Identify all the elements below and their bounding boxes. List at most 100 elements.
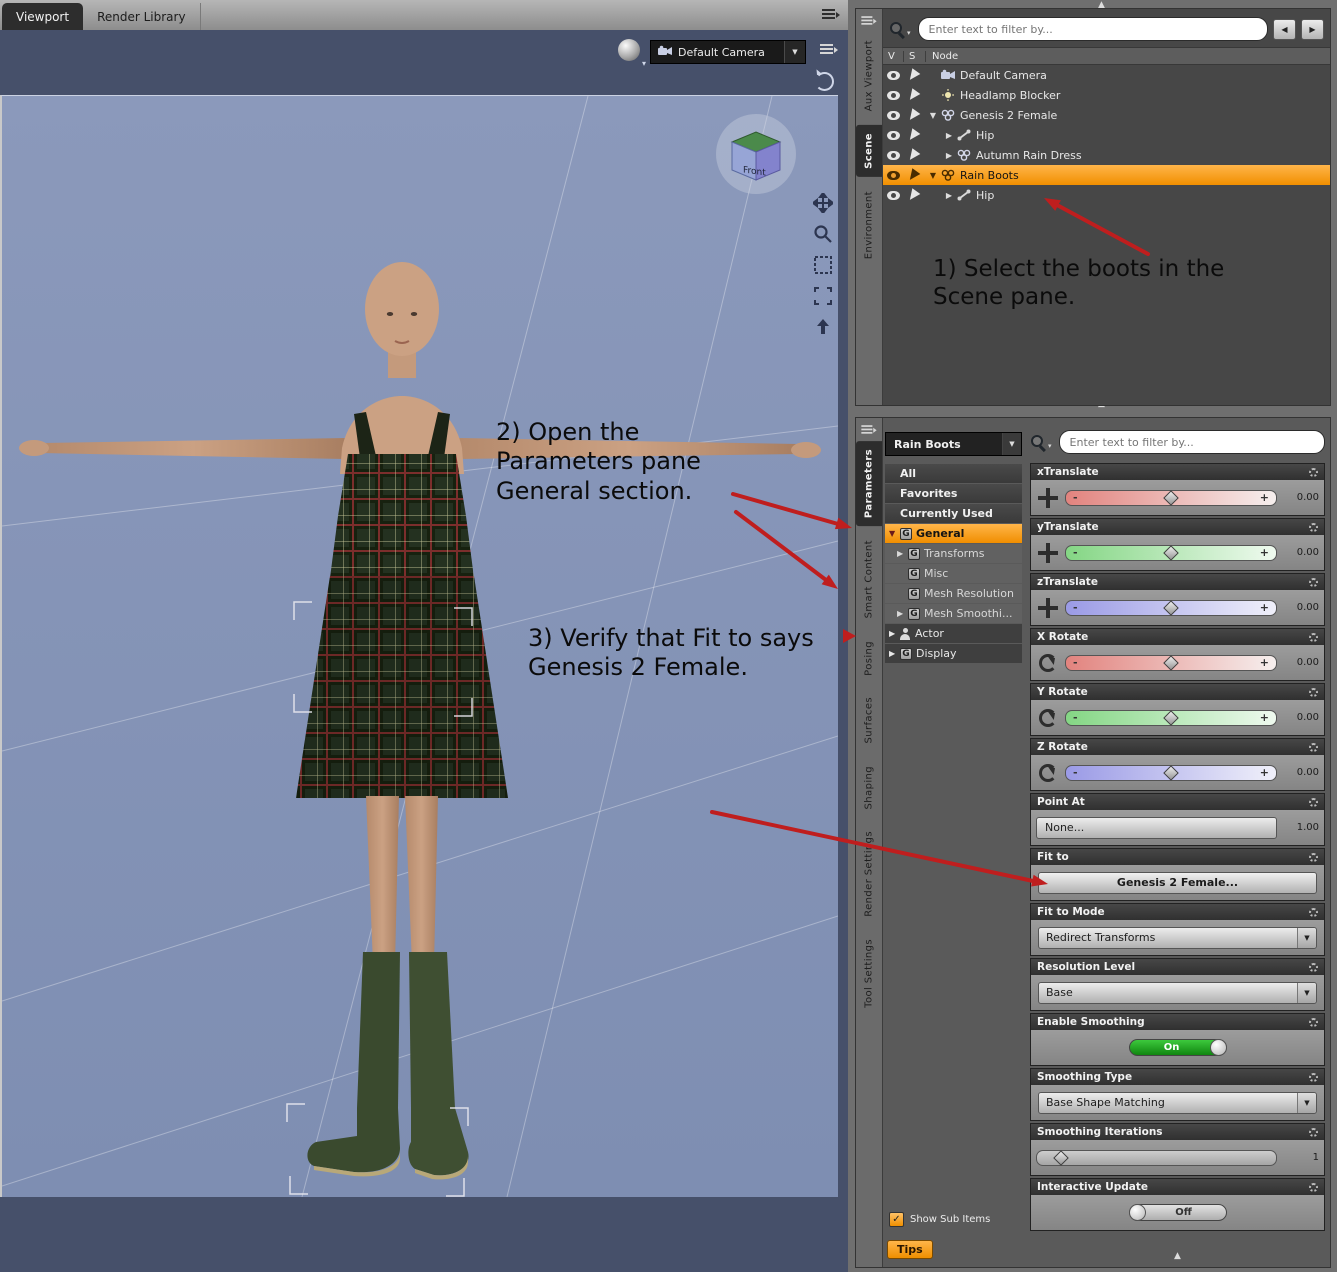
scene-node-rain-boots[interactable]: ▼ Rain Boots (883, 165, 1330, 185)
ytranslate-slider[interactable]: - + (1065, 544, 1277, 561)
frame-zoom-icon[interactable] (812, 254, 834, 276)
gear-icon[interactable] (1309, 1017, 1318, 1027)
visibility-eye-icon[interactable] (883, 70, 904, 80)
draw-style-caret-icon[interactable]: ▾ (642, 59, 646, 68)
node-label[interactable]: Autumn Rain Dress (976, 149, 1082, 162)
fit-to-mode-dropdown[interactable]: Redirect Transforms ▼ (1038, 926, 1317, 949)
params-filter-input[interactable] (1058, 430, 1325, 454)
parameters-pane-menu-icon[interactable] (861, 424, 877, 439)
pane-menu-icon[interactable] (822, 8, 840, 22)
node-label[interactable]: Headlamp Blocker (960, 89, 1060, 102)
scene-filter-input[interactable] (917, 17, 1268, 41)
selectable-cursor-icon[interactable] (904, 188, 926, 202)
point-at-button[interactable]: None... (1036, 816, 1277, 839)
visibility-eye-icon[interactable] (883, 130, 904, 140)
selectable-cursor-icon[interactable] (904, 68, 926, 82)
tab-environment[interactable]: Environment (856, 183, 882, 267)
scene-back-button[interactable]: ◀ (1273, 18, 1296, 40)
node-label[interactable]: Hip (976, 129, 994, 142)
tab-surfaces[interactable]: Surfaces (856, 689, 882, 752)
node-label[interactable]: Default Camera (960, 69, 1047, 82)
gear-icon[interactable] (1309, 1182, 1318, 1192)
view-cube[interactable]: Front (712, 110, 800, 198)
node-label[interactable]: Hip (976, 189, 994, 202)
slider-handle[interactable] (1163, 654, 1179, 671)
category-misc[interactable]: G Misc (885, 564, 1022, 583)
search-icon[interactable] (1030, 434, 1047, 451)
dropdown-caret-icon[interactable]: ▼ (1297, 1092, 1316, 1113)
smoothing-iterations-slider[interactable] (1036, 1149, 1277, 1166)
resolution-level-dropdown[interactable]: Base ▼ (1038, 981, 1317, 1004)
gear-icon[interactable] (1309, 467, 1318, 477)
category-favorites[interactable]: Favorites (885, 484, 1022, 503)
scene-pane-menu-icon[interactable] (861, 15, 877, 30)
pan-tool-icon[interactable] (812, 192, 834, 214)
filter-options-caret-icon[interactable]: ▾ (907, 29, 911, 37)
column-visibility[interactable]: V (883, 50, 904, 62)
category-mesh-resolution[interactable]: G Mesh Resolution (885, 584, 1022, 603)
column-selectability[interactable]: S (904, 50, 926, 62)
y-rotate-slider[interactable]: - + (1065, 709, 1277, 726)
x-rotate-slider[interactable]: - + (1065, 654, 1277, 671)
scene-node-default-camera[interactable]: Default Camera (883, 65, 1330, 85)
z-rotate-value[interactable]: 0.00 (1277, 767, 1319, 778)
tab-aux-viewport[interactable]: Aux Viewport (856, 32, 882, 119)
node-selector-caret-icon[interactable]: ▼ (1002, 433, 1021, 455)
tab-posing[interactable]: Posing (856, 633, 882, 684)
gear-icon[interactable] (1309, 797, 1318, 807)
filter-options-caret-icon[interactable]: ▾ (1048, 442, 1052, 450)
ztranslate-value[interactable]: 0.00 (1277, 602, 1319, 613)
expander-icon[interactable]: ▶ (942, 131, 956, 140)
gear-icon[interactable] (1309, 907, 1318, 917)
xtranslate-value[interactable]: 0.00 (1277, 492, 1319, 503)
dropdown-caret-icon[interactable]: ▼ (1297, 982, 1316, 1003)
visibility-eye-icon[interactable] (883, 170, 904, 180)
tab-render-settings[interactable]: Render Settings (856, 823, 882, 925)
point-at-value[interactable]: 1.00 (1277, 822, 1319, 833)
expander-icon[interactable]: ▶ (942, 191, 956, 200)
gear-icon[interactable] (1309, 962, 1318, 972)
visibility-eye-icon[interactable] (883, 90, 904, 100)
gear-icon[interactable] (1309, 632, 1318, 642)
column-node[interactable]: Node (926, 51, 958, 62)
toggle-knob[interactable] (1128, 1204, 1146, 1221)
viewport-canvas[interactable]: Front 2) Open the Parameters pane Genera… (0, 95, 838, 1197)
smoothing-iterations-value[interactable]: 1 (1277, 1152, 1319, 1163)
expander-icon[interactable]: ▼ (926, 171, 940, 180)
category-all[interactable]: All (885, 464, 1022, 483)
show-sub-items-row[interactable]: ✓ Show Sub Items (889, 1212, 990, 1227)
category-currently-used[interactable]: Currently Used (885, 504, 1022, 523)
camera-selector[interactable]: Default Camera ▼ (650, 40, 806, 64)
selectable-cursor-icon[interactable] (904, 128, 926, 142)
visibility-eye-icon[interactable] (883, 190, 904, 200)
tab-scene[interactable]: Scene (856, 125, 882, 178)
scene-node-hip-boots[interactable]: ▶ Hip (883, 185, 1330, 205)
slider-handle[interactable] (1163, 709, 1179, 726)
y-rotate-value[interactable]: 0.00 (1277, 712, 1319, 723)
expander-icon[interactable]: ▼ (926, 111, 940, 120)
smoothing-type-dropdown[interactable]: Base Shape Matching ▼ (1038, 1091, 1317, 1114)
params-scroll-more-icon[interactable]: ▲ (1174, 1252, 1181, 1261)
scene-node-genesis-2-female[interactable]: ▼ Genesis 2 Female (883, 105, 1330, 125)
draw-style-sphere-icon[interactable] (618, 39, 640, 61)
tab-render-library[interactable]: Render Library (83, 3, 201, 30)
selectable-cursor-icon[interactable] (904, 108, 926, 122)
expander-icon[interactable]: ▶ (942, 151, 956, 160)
dropdown-caret-icon[interactable]: ▼ (1297, 927, 1316, 948)
enable-smoothing-toggle[interactable]: On (1128, 1039, 1227, 1056)
slider-handle[interactable] (1163, 544, 1179, 561)
node-label[interactable]: Genesis 2 Female (960, 109, 1057, 122)
category-mesh-smoothing[interactable]: ▶ G Mesh Smoothi... (885, 604, 1022, 623)
selectable-cursor-icon[interactable] (904, 148, 926, 162)
slider-handle[interactable] (1163, 764, 1179, 781)
aim-frame-icon[interactable] (812, 285, 834, 307)
gear-icon[interactable] (1309, 742, 1318, 752)
slider-handle[interactable] (1163, 599, 1179, 616)
fit-to-button[interactable]: Genesis 2 Female... (1038, 871, 1317, 894)
gear-icon[interactable] (1309, 522, 1318, 532)
z-rotate-slider[interactable]: - + (1065, 764, 1277, 781)
gear-icon[interactable] (1309, 1072, 1318, 1082)
ztranslate-slider[interactable]: - + (1065, 599, 1277, 616)
visibility-eye-icon[interactable] (883, 150, 904, 160)
gear-icon[interactable] (1309, 577, 1318, 587)
